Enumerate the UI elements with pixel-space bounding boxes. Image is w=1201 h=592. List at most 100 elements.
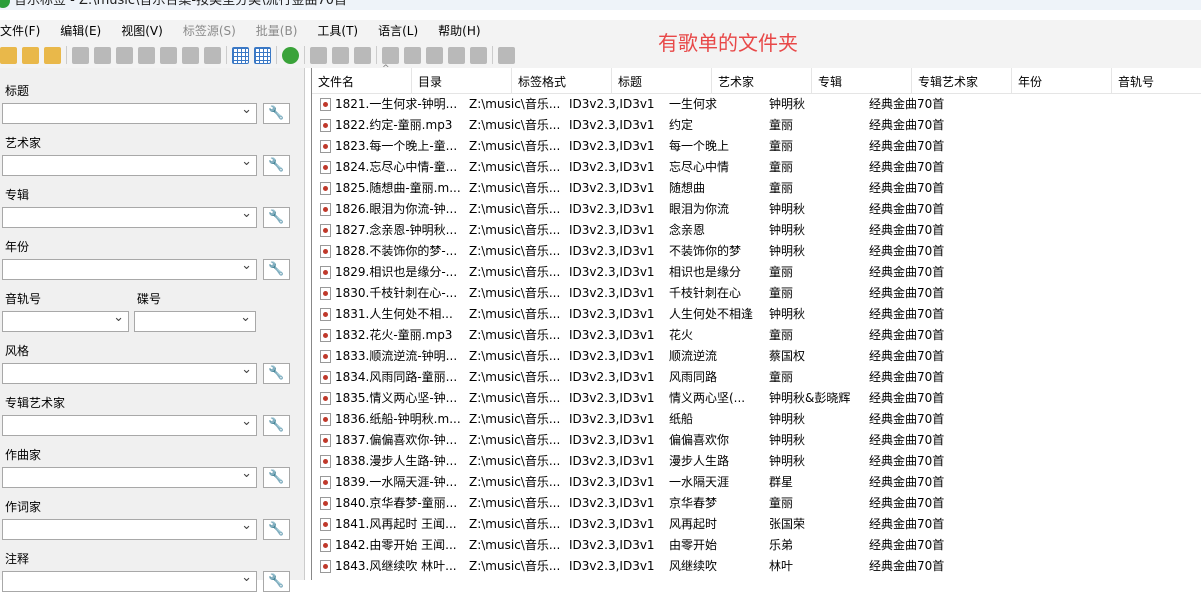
table-row[interactable]: 1823.每一个晚上-童... Z:\music\音乐... ID3v2.3,ID3… bbox=[312, 136, 1201, 157]
genre-wrench-icon[interactable]: 🔧 bbox=[263, 363, 290, 384]
table-row[interactable]: 1829.相识也是缘分-... Z:\music\音乐... ID3v2.3,ID3… bbox=[312, 262, 1201, 283]
audio-file-icon bbox=[320, 245, 331, 258]
table-row[interactable]: 1837.偏偏喜欢你-钟... Z:\music\音乐... ID3v2.3,ID3… bbox=[312, 430, 1201, 451]
image-icon[interactable] bbox=[310, 46, 327, 64]
audio-file-icon bbox=[320, 161, 331, 174]
cell: ID3v2.3,ID3v1 bbox=[569, 307, 655, 321]
table-row[interactable]: 1841.风再起时 王闻... Z:\music\音乐... ID3v2.3,ID3… bbox=[312, 514, 1201, 535]
table-row[interactable]: 1824.忘尽心中情-童... Z:\music\音乐... ID3v2.3,ID3… bbox=[312, 157, 1201, 178]
column-8[interactable]: 音轨号 bbox=[1112, 68, 1201, 93]
year-wrench-icon[interactable]: 🔧 bbox=[263, 259, 290, 280]
table-view-icon[interactable] bbox=[254, 46, 271, 64]
lyricist-combo[interactable] bbox=[2, 518, 257, 540]
cell: ID3v2.3,ID3v1 bbox=[569, 160, 655, 174]
cell: 纸船 bbox=[669, 412, 694, 426]
disc-combo[interactable] bbox=[134, 310, 256, 332]
album_artist-wrench-icon[interactable]: 🔧 bbox=[263, 415, 290, 436]
table-row[interactable]: 1842.由零开始 王闻... Z:\music\音乐... ID3v2.3,ID3… bbox=[312, 535, 1201, 556]
column-3[interactable]: 标题 bbox=[612, 68, 712, 93]
copy-folder-icon[interactable] bbox=[44, 46, 61, 64]
menu-item-7[interactable]: 帮助(H) bbox=[438, 20, 480, 42]
convert-icon[interactable] bbox=[182, 46, 199, 64]
table-row[interactable]: 1825.随想曲-童丽.m... Z:\music\音乐... ID3v2.3,ID… bbox=[312, 178, 1201, 199]
composer-wrench-icon[interactable]: 🔧 bbox=[263, 467, 290, 488]
cell: ID3v2.3,ID3v1 bbox=[569, 202, 655, 216]
undo-icon[interactable] bbox=[116, 46, 133, 64]
split-icon[interactable] bbox=[470, 46, 487, 64]
save-icon[interactable] bbox=[72, 46, 89, 64]
table-row[interactable]: 1840.京华春梦-童丽... Z:\music\音乐... ID3v2.3,ID3… bbox=[312, 493, 1201, 514]
table-row[interactable]: 1827.念亲恩-钟明秋... Z:\music\音乐... ID3v2.3,ID3… bbox=[312, 220, 1201, 241]
table-row[interactable]: 1838.漫步人生路-钟... Z:\music\音乐... ID3v2.3,ID3… bbox=[312, 451, 1201, 472]
table-row[interactable]: 1826.眼泪为你流-钟... Z:\music\音乐... ID3v2.3,ID3… bbox=[312, 199, 1201, 220]
table-row[interactable]: 1834.风雨同路-童丽... Z:\music\音乐... ID3v2.3,ID3… bbox=[312, 367, 1201, 388]
copy-icon[interactable] bbox=[426, 46, 443, 64]
file-list[interactable]: ^ 文件名 目录 标签格式 标题 艺术家 专辑 专辑艺术家 年份 音轨号 1821.一生何求-钟明… bbox=[311, 64, 1201, 580]
title-wrench-icon[interactable]: 🔧 bbox=[263, 103, 290, 124]
album_artist-combo[interactable] bbox=[2, 414, 257, 436]
track-combo[interactable] bbox=[2, 310, 129, 332]
cell: Z:\music\音乐... bbox=[469, 349, 561, 363]
tag-editor-panel: 标题 🔧 艺术家 🔧 专辑 🔧 年份 🔧 风格 🔧 专辑艺术家 🔧 作曲家 🔧 作词家 🔧 注释 🔧 音轨号 碟号 bbox=[0, 68, 305, 592]
wrench-icon[interactable] bbox=[160, 46, 177, 64]
column-4[interactable]: 艺术家 bbox=[712, 68, 812, 93]
cell: 林叶 bbox=[769, 559, 794, 573]
add-folder-icon[interactable] bbox=[22, 46, 39, 64]
menu-item-4[interactable]: 批量(B) bbox=[256, 20, 298, 42]
comment-wrench-icon[interactable]: 🔧 bbox=[263, 571, 290, 592]
label-artist: 艺术家 bbox=[5, 136, 42, 150]
history-icon[interactable] bbox=[204, 46, 221, 64]
table-row[interactable]: 1836.纸船-钟明秋.m... Z:\music\音乐... ID3v2.3,ID… bbox=[312, 409, 1201, 430]
table-row[interactable]: 1828.不装饰你的梦-... Z:\music\音乐... ID3v2.3,ID3… bbox=[312, 241, 1201, 262]
column-2[interactable]: 标签格式 bbox=[512, 68, 612, 93]
table-row[interactable]: 1839.一水隔天涯-钟... Z:\music\音乐... ID3v2.3,ID3… bbox=[312, 472, 1201, 493]
table-row[interactable]: 1843.风继续吹 林叶... Z:\music\音乐... ID3v2.3,ID3… bbox=[312, 556, 1201, 577]
year-combo[interactable] bbox=[2, 258, 257, 280]
table-row[interactable]: 1831.人生何处不相... Z:\music\音乐... ID3v2.3,ID3v… bbox=[312, 304, 1201, 325]
artist-wrench-icon[interactable]: 🔧 bbox=[263, 155, 290, 176]
file-icon[interactable] bbox=[404, 46, 421, 64]
menu-item-2[interactable]: 视图(V) bbox=[121, 20, 163, 42]
composer-combo[interactable] bbox=[2, 466, 257, 488]
menu-item-0[interactable]: 文件(F) bbox=[0, 20, 40, 42]
artist-combo[interactable] bbox=[2, 154, 257, 176]
album-combo[interactable] bbox=[2, 206, 257, 228]
gear-icon[interactable] bbox=[498, 46, 515, 64]
lyricist-wrench-icon[interactable]: 🔧 bbox=[263, 519, 290, 540]
abc-icon[interactable] bbox=[332, 46, 349, 64]
table-row[interactable]: 1832.花火-童丽.mp3 Z:\music\音乐... ID3v2.3,ID3v… bbox=[312, 325, 1201, 346]
refresh-icon[interactable] bbox=[282, 46, 299, 64]
column-7[interactable]: 年份 bbox=[1012, 68, 1112, 93]
cell: ID3v2.3,ID3v1 bbox=[569, 265, 655, 279]
comment-combo[interactable] bbox=[2, 570, 257, 592]
cell: 人生何处不相逢 bbox=[669, 307, 754, 321]
tag-icon[interactable] bbox=[354, 46, 371, 64]
cell: ID3v2.3,ID3v1 bbox=[569, 433, 655, 447]
cell: 乐弟 bbox=[769, 538, 794, 552]
menu-item-3[interactable]: 标签源(S) bbox=[183, 20, 236, 42]
table-row[interactable]: 1835.情义两心坚-钟... Z:\music\音乐... ID3v2.3,ID3… bbox=[312, 388, 1201, 409]
album-wrench-icon[interactable]: 🔧 bbox=[263, 207, 290, 228]
book-icon[interactable] bbox=[138, 46, 155, 64]
title-combo[interactable] bbox=[2, 102, 257, 124]
menu-item-6[interactable]: 语言(L) bbox=[378, 20, 418, 42]
menu-item-5[interactable]: 工具(T) bbox=[317, 20, 358, 42]
cell-filename: 1821.一生何求-钟明... bbox=[312, 94, 463, 115]
column-5[interactable]: 专辑 bbox=[812, 68, 912, 93]
open-folder-icon[interactable] bbox=[0, 46, 17, 64]
column-6[interactable]: 专辑艺术家 bbox=[912, 68, 1012, 93]
table-row[interactable]: 1833.顺流逆流-钟明... Z:\music\音乐... ID3v2.3,ID3… bbox=[312, 346, 1201, 367]
column-0[interactable]: 文件名 bbox=[312, 68, 412, 93]
convert2-icon[interactable] bbox=[448, 46, 465, 64]
magic-wand-icon[interactable] bbox=[382, 46, 399, 64]
cell: 童丽 bbox=[769, 370, 794, 384]
table-row[interactable]: 1822.约定-童丽.mp3 Z:\music\音乐... ID3v2.3,ID3v… bbox=[312, 115, 1201, 136]
table-row[interactable]: 1821.一生何求-钟明... Z:\music\音乐... ID3v2.3,ID3… bbox=[312, 94, 1201, 115]
column-1[interactable]: 目录 bbox=[412, 68, 512, 93]
menu-item-1[interactable]: 编辑(E) bbox=[60, 20, 101, 42]
cell: Z:\music\音乐... bbox=[469, 223, 561, 237]
table-row[interactable]: 1830.千枝针刺在心-... Z:\music\音乐... ID3v2.3,ID3… bbox=[312, 283, 1201, 304]
delete-icon[interactable] bbox=[94, 46, 111, 64]
genre-combo[interactable] bbox=[2, 362, 257, 384]
grid-view-icon[interactable] bbox=[232, 46, 249, 64]
